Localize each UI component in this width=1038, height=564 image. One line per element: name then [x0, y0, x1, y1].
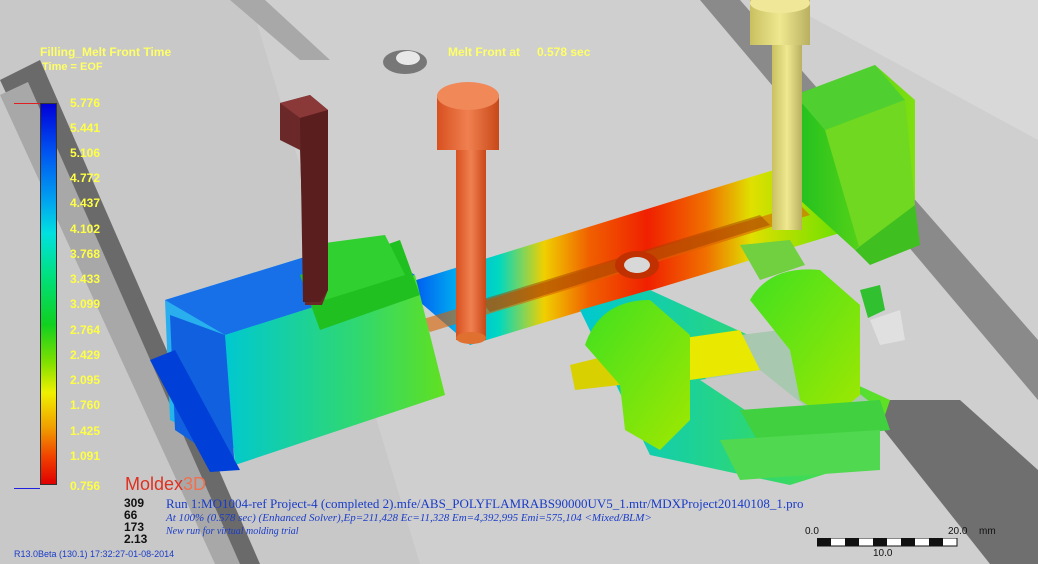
scale-end: 20.0	[948, 526, 968, 537]
orange-pin-top	[437, 82, 499, 110]
color-legend: 5.776 5.441 5.106 4.772 4.437 4.102 3.76…	[14, 96, 124, 496]
solver-info: At 100% (0.578 sec) (Enhanced Solver),Ep…	[166, 512, 652, 524]
moldex-logo: Moldex3D	[125, 474, 206, 495]
version-stamp: R13.0Beta (130.1) 17:32:27-01-08-2014	[14, 549, 175, 559]
legend-bottom-marker	[14, 488, 40, 489]
scale-unit: mm	[979, 526, 996, 537]
legend-value: 1.425	[70, 424, 101, 438]
legend-value: 4.772	[70, 171, 101, 185]
result-title: Filling_Melt Front Time	[40, 45, 172, 59]
scale-bar: 0.0 20.0 mm 10.0	[805, 526, 1005, 562]
stat-value: 2.13	[124, 532, 148, 546]
legend-value: 1.091	[70, 449, 101, 463]
legend-colorbar	[40, 103, 57, 485]
run-description: New run for virtual molding trial	[166, 526, 299, 537]
legend-value: 2.764	[70, 323, 101, 337]
legend-value: 3.433	[70, 272, 101, 286]
legend-value: 4.437	[70, 196, 101, 210]
legend-value: 5.776	[70, 96, 101, 110]
scale-mid: 10.0	[873, 548, 893, 559]
legend-value: 2.095	[70, 373, 101, 387]
legend-value: 5.441	[70, 121, 101, 135]
logo-main: Moldex	[125, 474, 184, 494]
logo-suffix: 3D	[183, 474, 207, 494]
melt-front-value: 0.578 sec	[537, 45, 591, 59]
legend-value: 5.106	[70, 146, 101, 160]
legend-top-marker	[14, 103, 40, 104]
result-subtitle: Time = EOF	[42, 61, 103, 73]
legend-value: 0.756	[70, 479, 101, 493]
legend-value: 2.429	[70, 348, 101, 362]
legend-value: 3.099	[70, 297, 101, 311]
scale-start: 0.0	[805, 526, 819, 537]
yellow-pin-shaft	[772, 40, 802, 230]
melt-front-label: Melt Front at	[448, 45, 520, 59]
run-info: Run 1:MO1004-ref Project-4 (completed 2)…	[166, 496, 804, 511]
legend-value: 3.768	[70, 247, 101, 261]
orange-pin-shaft	[456, 140, 486, 340]
legend-value: 4.102	[70, 222, 101, 236]
legend-value: 1.760	[70, 398, 101, 412]
